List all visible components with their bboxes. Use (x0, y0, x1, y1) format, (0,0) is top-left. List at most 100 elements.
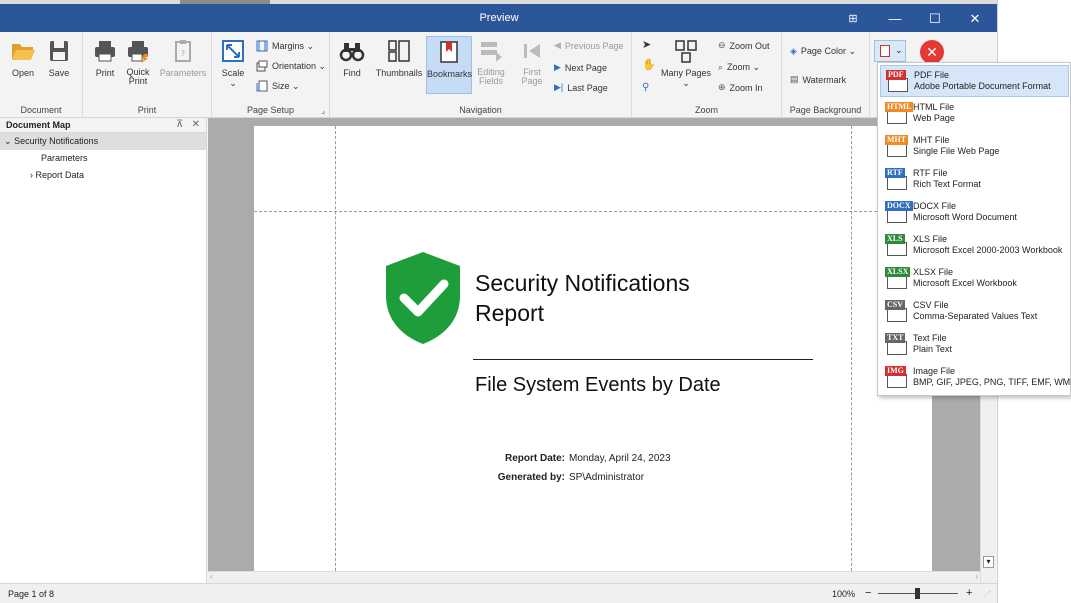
page-color-button[interactable]: ◈ Page Color ⌄ (790, 46, 856, 57)
export-item-subtitle: Microsoft Excel 2000-2003 Workbook (913, 245, 1063, 255)
xlsx-file-icon: XLSX (885, 267, 911, 291)
zoom-in-status-button[interactable]: + (966, 587, 972, 599)
doc-map-item-security-notifications[interactable]: ⌄ Security Notifications (0, 133, 206, 150)
group-print: Print Quick Print ? Parameters Print (83, 32, 212, 118)
document-map-header: Document Map ⊼ ✕ (0, 118, 206, 133)
hand-icon: ✋ (642, 59, 656, 71)
export-item-html[interactable]: HTML HTML File Web Page (880, 98, 1069, 130)
export-item-xlsx[interactable]: XLSX XLSX File Microsoft Excel Workbook (880, 263, 1069, 295)
title-bar: Preview ⊞ — ☐ ✕ (0, 4, 997, 32)
export-item-image[interactable]: IMG Image File BMP, GIF, JPEG, PNG, TIFF… (880, 362, 1071, 394)
scale-button[interactable]: Scale ⌄ (218, 38, 248, 89)
export-item-title: RTF File (913, 168, 948, 178)
magnifier-tool-button[interactable]: ⚲ (642, 82, 649, 93)
parameters-button[interactable]: ? Parameters (159, 38, 207, 78)
scroll-left-icon[interactable]: ‹ (210, 572, 213, 581)
zoom-out-icon: ⊖ (718, 40, 726, 50)
watermark-label: Watermark (802, 74, 847, 85)
close-window-button[interactable]: ✕ (960, 8, 990, 30)
zoom-button[interactable]: ⌕ Zoom ⌄ (718, 62, 760, 73)
first-page-icon (524, 44, 540, 58)
group-navigation: Find Thumbnails Bookmarks Editing Fields… (330, 32, 632, 118)
scroll-right-icon[interactable]: › (975, 572, 978, 581)
save-button[interactable]: Save (44, 38, 74, 78)
first-page-button[interactable]: First Page (518, 38, 546, 86)
collapse-chevron-icon[interactable]: › (30, 170, 33, 180)
print-label: Print (95, 68, 115, 78)
document-map-panel: Document Map ⊼ ✕ ⌄ Security Notification… (0, 118, 207, 583)
find-label: Find (343, 68, 361, 78)
editing-fields-button[interactable]: Editing Fields (476, 38, 506, 86)
many-pages-icon (675, 40, 697, 63)
scroll-down-icon[interactable]: ▾ (983, 556, 994, 568)
margins-button[interactable]: Margins ⌄ (256, 40, 314, 52)
thumbnails-label: Thumbnails (375, 68, 423, 78)
doc-map-item-parameters[interactable]: Parameters (0, 150, 206, 167)
expand-chevron-icon[interactable]: ⌄ (4, 136, 12, 146)
export-item-pdf[interactable]: PDF PDF File Adobe Portable Document For… (880, 65, 1069, 97)
minimize-button[interactable]: — (880, 8, 910, 30)
export-item-subtitle: Plain Text (913, 344, 952, 354)
close-circle-icon: ✕ (926, 44, 938, 60)
close-panel-icon[interactable]: ✕ (192, 119, 200, 130)
export-item-rtf[interactable]: RTF RTF File Rich Text Format (880, 164, 1069, 196)
export-document-dropdown-button[interactable]: ⌄ (874, 40, 906, 62)
title-divider (473, 359, 813, 360)
parameters-icon: ? (175, 40, 191, 62)
close-preview-button[interactable]: ✕ (920, 40, 944, 64)
document-viewer[interactable]: Security Notifications Report File Syste… (208, 118, 980, 571)
page-setup-dialog-launcher-icon[interactable]: ⌟ (321, 106, 325, 115)
page-size-icon (256, 80, 268, 92)
last-page-button[interactable]: ▶| Last Page (554, 82, 608, 93)
many-pages-button[interactable]: Many Pages ⌄ (658, 38, 714, 89)
ribbon-display-options-button[interactable]: ⊞ (838, 8, 868, 30)
doc-map-item-label: Security Notifications (14, 136, 99, 146)
pointer-tool-button[interactable]: ➤ (642, 38, 651, 51)
editing-fields-icon (481, 42, 502, 62)
quick-print-label-2: Print (128, 76, 148, 86)
horizontal-scrollbar[interactable]: ‹ › (208, 571, 980, 583)
orientation-icon (256, 60, 268, 72)
orientation-button[interactable]: Orientation ⌄ (256, 60, 326, 72)
quick-print-button[interactable]: Quick Print (123, 38, 153, 86)
export-item-title: XLS File (913, 234, 948, 244)
export-dropdown-chevron-icon: ⌄ (895, 45, 903, 55)
export-item-title: DOCX File (913, 201, 957, 211)
watermark-button[interactable]: ▤ Watermark (790, 74, 846, 85)
previous-page-button[interactable]: ◀ Previous Page (554, 40, 623, 51)
group-page-setup: Scale ⌄ Margins ⌄ Orientation ⌄ Size ⌄ Pa… (212, 32, 330, 118)
print-button[interactable]: Print (91, 38, 119, 78)
export-format-menu: PDF PDF File Adobe Portable Document For… (877, 62, 1071, 396)
export-item-subtitle: Microsoft Word Document (913, 212, 1017, 222)
pin-icon[interactable]: ⊼ (176, 119, 183, 130)
html-file-icon: HTML (885, 102, 914, 126)
export-item-csv[interactable]: CSV CSV File Comma-Separated Values Text (880, 296, 1069, 328)
export-item-docx[interactable]: DOCX DOCX File Microsoft Word Document (880, 197, 1069, 229)
group-label-zoom: Zoom (694, 105, 718, 115)
scale-dropdown-icon: ⌄ (229, 78, 237, 88)
scale-icon (222, 40, 244, 62)
maximize-button[interactable]: ☐ (920, 8, 950, 30)
zoom-out-button[interactable]: ⊖ Zoom Out (718, 40, 770, 51)
export-item-txt[interactable]: TXT Text File Plain Text (880, 329, 1069, 361)
zoom-out-label: Zoom Out (729, 40, 770, 51)
zoom-slider-thumb[interactable] (915, 588, 920, 599)
export-item-subtitle: Adobe Portable Document Format (914, 81, 1051, 91)
zoom-out-status-button[interactable]: − (865, 587, 871, 599)
export-item-mht[interactable]: MHT MHT File Single File Web Page (880, 131, 1069, 163)
group-page-background: ◈ Page Color ⌄ ▤ Watermark Page Backgrou… (782, 32, 870, 118)
next-page-button[interactable]: ▶ Next Page (554, 62, 607, 73)
find-button[interactable]: Find (338, 38, 366, 78)
doc-map-item-report-data[interactable]: › Report Data (0, 167, 206, 184)
zoom-in-button[interactable]: ⊕ Zoom In (718, 82, 763, 93)
group-label-navigation: Navigation (459, 105, 502, 115)
report-title-line-2: Report (475, 300, 545, 326)
hand-tool-button[interactable]: ✋ (642, 58, 656, 71)
bookmarks-button[interactable]: Bookmarks (426, 36, 472, 94)
open-button[interactable]: Open (8, 38, 38, 78)
resize-grip-icon[interactable]: ⋰ (984, 590, 991, 598)
save-label: Save (48, 68, 70, 78)
thumbnails-button[interactable]: Thumbnails (374, 38, 424, 78)
size-button[interactable]: Size ⌄ (256, 80, 300, 92)
export-item-xls[interactable]: XLS XLS File Microsoft Excel 2000-2003 W… (880, 230, 1069, 262)
